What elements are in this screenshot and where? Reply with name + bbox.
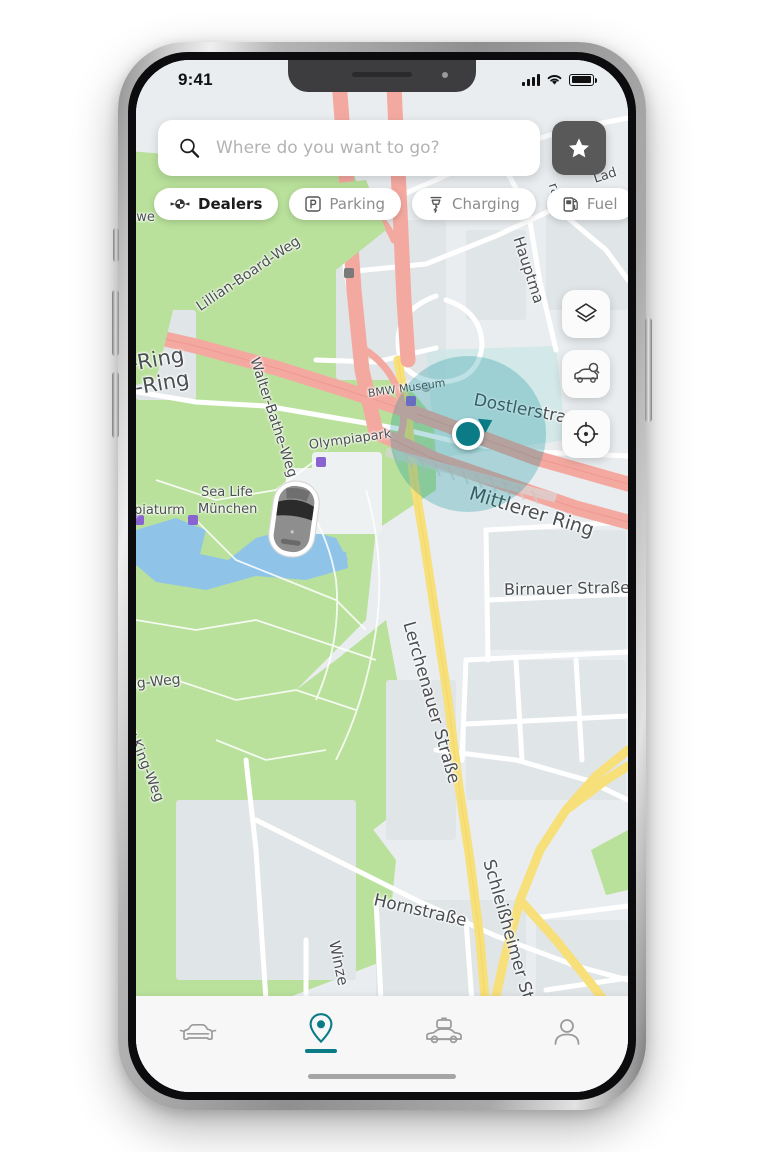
filter-chip-parking[interactable]: Parking — [289, 188, 402, 220]
search-row: Where do you want to go? — [136, 120, 628, 176]
phone-screen: -RingS-RingnweLillian-Board-WegWalter-Ba… — [136, 60, 628, 1092]
filter-chip-label: Parking — [329, 195, 386, 213]
filter-chips-row[interactable]: Dealers Parking Charging Fuel — [136, 188, 628, 220]
nav-item-profile[interactable] — [505, 996, 628, 1068]
map-controls — [562, 290, 610, 458]
location-pin-icon — [309, 1012, 332, 1043]
filter-chip-label: Dealers — [198, 195, 263, 213]
volume-down-button[interactable] — [112, 372, 119, 438]
poi-marker[interactable] — [344, 268, 354, 278]
nav-active-underline — [304, 1048, 337, 1053]
map-layers-button[interactable] — [562, 290, 610, 338]
car-front-icon — [179, 1023, 216, 1041]
filter-chip-label: Fuel — [586, 195, 618, 213]
filter-chip-dealers[interactable]: Dealers — [154, 188, 279, 220]
poi-marker[interactable] — [136, 515, 144, 525]
user-location-dot[interactable] — [452, 418, 484, 450]
poi-marker[interactable] — [316, 457, 326, 467]
filter-chip-charging[interactable]: Charging — [412, 188, 536, 220]
favorites-button[interactable] — [552, 121, 606, 175]
find-my-car-icon — [574, 362, 600, 383]
search-icon — [180, 138, 200, 158]
star-icon — [569, 137, 589, 157]
person-icon — [554, 1019, 579, 1045]
status-icons — [522, 73, 597, 86]
search-input[interactable]: Where do you want to go? — [158, 120, 540, 176]
recenter-crosshair-icon — [573, 421, 599, 447]
filter-chip-fuel[interactable]: Fuel — [546, 188, 628, 220]
signal-bars-icon — [522, 73, 540, 86]
home-indicator[interactable] — [308, 1074, 456, 1079]
find-my-car-button[interactable] — [562, 350, 610, 398]
layers-icon — [575, 303, 597, 322]
bottom-navigation-bar — [136, 996, 628, 1092]
volume-up-button[interactable] — [112, 290, 119, 356]
charging-plug-icon — [428, 196, 444, 213]
status-time: 9:41 — [178, 70, 213, 89]
nav-item-services[interactable] — [382, 996, 505, 1068]
battery-icon — [569, 73, 597, 86]
status-bar: 9:41 — [136, 60, 628, 104]
bottom-nav-items — [136, 996, 628, 1068]
poi-marker[interactable] — [188, 515, 198, 525]
parking-p-icon — [305, 196, 322, 212]
fuel-pump-icon — [563, 196, 579, 213]
wifi-icon — [547, 75, 562, 85]
power-button[interactable] — [645, 318, 652, 422]
filter-chip-label: Charging — [452, 195, 520, 213]
nav-item-map[interactable] — [259, 996, 382, 1068]
bmw-dealer-icon — [170, 197, 190, 211]
battery-fill — [571, 76, 592, 83]
recenter-button[interactable] — [562, 410, 610, 458]
car-luggage-icon — [425, 1017, 462, 1044]
nav-item-vehicle[interactable] — [136, 996, 259, 1068]
search-placeholder-text: Where do you want to go? — [216, 138, 440, 158]
mute-switch-button[interactable] — [113, 228, 119, 262]
